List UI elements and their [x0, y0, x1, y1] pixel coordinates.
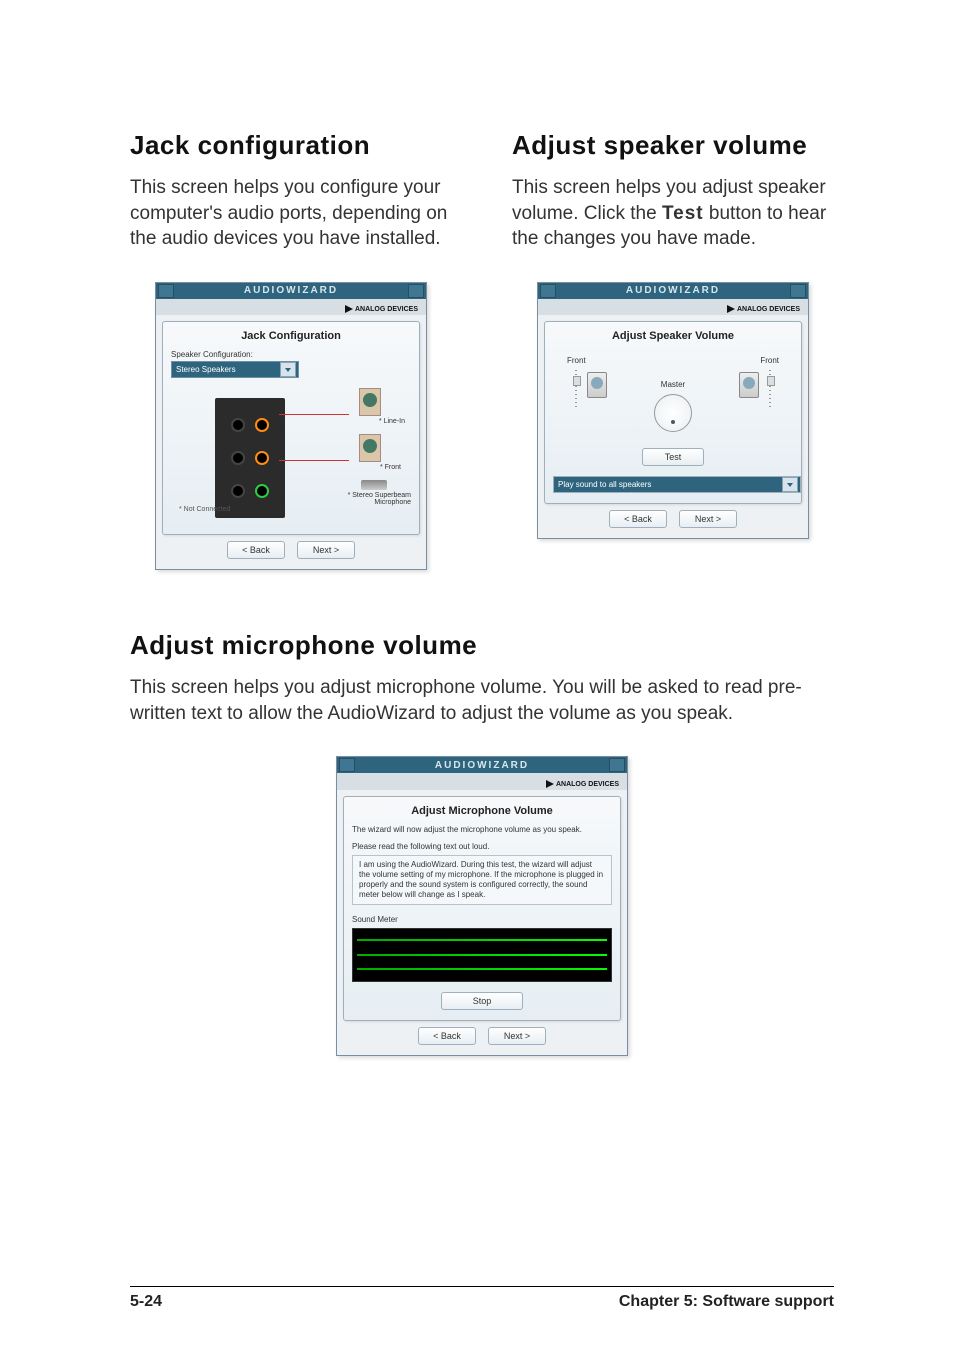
test-word: Test: [662, 203, 704, 224]
adjust-mic-window: AUDIOWIZARD ANALOG DEVICES Adjust Microp…: [336, 756, 628, 1055]
adjust-mic-section: Adjust microphone volume This screen hel…: [130, 630, 834, 1055]
window-sys-icon: [158, 284, 174, 298]
brand-bar: ANALOG DEVICES: [337, 773, 627, 789]
jack-port-linein: [255, 418, 269, 432]
microphone-icon: [361, 480, 387, 490]
speaker-icon: [359, 388, 381, 416]
dropdown-value: Stereo Speakers: [176, 365, 236, 374]
page-footer: 5-24 Chapter 5: Software support: [130, 1286, 834, 1311]
sound-meter-label: Sound Meter: [352, 915, 612, 924]
brand-bar: ANALOG DEVICES: [538, 299, 808, 315]
adjust-mic-body: This screen helps you adjust microphone …: [130, 675, 834, 726]
adjust-mic-heading: Adjust microphone volume: [130, 630, 834, 661]
next-button[interactable]: Next >: [488, 1027, 546, 1045]
front-label: * Front: [380, 464, 401, 471]
test-button[interactable]: Test: [642, 448, 704, 466]
next-button[interactable]: Next >: [679, 510, 737, 528]
close-icon[interactable]: [790, 284, 806, 298]
back-button[interactable]: < Back: [609, 510, 667, 528]
analog-devices-logo: ANALOG DEVICES: [546, 780, 619, 788]
front-right-label: Front: [760, 356, 779, 365]
jack-configuration-heading: Jack configuration: [130, 130, 452, 161]
stop-button[interactable]: Stop: [441, 992, 523, 1010]
back-button[interactable]: < Back: [227, 541, 285, 559]
chevron-down-icon[interactable]: [280, 362, 296, 377]
window-titlebar: AUDIOWIZARD: [538, 283, 808, 299]
mic-volume-card: Adjust Microphone Volume The wizard will…: [343, 796, 621, 1021]
jack-port-front: [255, 484, 269, 498]
right-column: Adjust speaker volume This screen helps …: [512, 130, 834, 590]
mic-instruction: Please read the following text out loud.: [352, 842, 612, 851]
jack-configuration-body: This screen helps you configure your com…: [130, 175, 452, 252]
adjust-speaker-body: This screen helps you adjust speaker vol…: [512, 175, 834, 252]
window-title: AUDIOWIZARD: [626, 285, 720, 296]
chevron-down-icon[interactable]: [782, 477, 798, 492]
nav-button-row: < Back Next >: [538, 510, 808, 528]
meter-bar: [357, 968, 607, 970]
jack-diagram: * Line-In * Front * Stereo Superbeam Mic…: [171, 384, 411, 524]
rear-panel: [215, 398, 285, 518]
adjust-speaker-window: AUDIOWIZARD ANALOG DEVICES Adjust Speake…: [537, 282, 809, 539]
mic-read-text: I am using the AudioWizard. During this …: [352, 855, 612, 905]
page-number: 5-24: [130, 1293, 162, 1311]
speaker-icon: [739, 372, 759, 398]
page: Jack configuration This screen helps you…: [0, 0, 954, 1351]
master-knob[interactable]: [654, 394, 692, 432]
speaker-config-dropdown[interactable]: Stereo Speakers: [171, 361, 299, 378]
window-titlebar: AUDIOWIZARD: [156, 283, 426, 299]
cable-line: [279, 414, 349, 415]
dropdown-value: Play sound to all speakers: [558, 480, 651, 489]
jack-port: [231, 418, 245, 432]
jack-port: [231, 451, 245, 465]
play-sound-dropdown[interactable]: Play sound to all speakers: [553, 476, 801, 493]
front-left-slider[interactable]: [571, 370, 581, 410]
meter-bar: [357, 954, 607, 956]
card-title: Adjust Speaker Volume: [553, 330, 793, 342]
jack-config-window: AUDIOWIZARD ANALOG DEVICES Jack Configur…: [155, 282, 427, 570]
speaker-icon: [359, 434, 381, 462]
analog-devices-logo: ANALOG DEVICES: [727, 305, 800, 313]
volume-controls: Front Front Master Test: [553, 356, 793, 476]
left-column: Jack configuration This screen helps you…: [130, 130, 452, 590]
chapter-label: Chapter 5: Software support: [619, 1293, 834, 1311]
adjust-speaker-heading: Adjust speaker volume: [512, 130, 834, 161]
card-title: Adjust Microphone Volume: [352, 805, 612, 817]
back-button[interactable]: < Back: [418, 1027, 476, 1045]
jack-config-card: Jack Configuration Speaker Configuration…: [162, 321, 420, 535]
window-titlebar: AUDIOWIZARD: [337, 757, 627, 773]
sound-meter: [352, 928, 612, 982]
window-sys-icon: [540, 284, 556, 298]
speaker-config-label: Speaker Configuration:: [171, 350, 411, 359]
two-column-layout: Jack configuration This screen helps you…: [130, 130, 834, 590]
brand-bar: ANALOG DEVICES: [156, 299, 426, 315]
window-sys-icon: [339, 758, 355, 772]
card-title: Jack Configuration: [171, 330, 411, 342]
speaker-volume-card: Adjust Speaker Volume Front Front Master…: [544, 321, 802, 504]
front-right-slider[interactable]: [765, 370, 775, 410]
nav-button-row: < Back Next >: [337, 1027, 627, 1045]
mic-label: * Stereo Superbeam Microphone: [321, 492, 411, 506]
jack-port-center: [255, 451, 269, 465]
close-icon[interactable]: [408, 284, 424, 298]
front-left-label: Front: [567, 356, 586, 365]
window-title: AUDIOWIZARD: [244, 285, 338, 296]
meter-bar: [357, 939, 607, 941]
master-label: Master: [661, 380, 685, 389]
cable-line: [279, 460, 349, 461]
next-button[interactable]: Next >: [297, 541, 355, 559]
nav-button-row: < Back Next >: [156, 541, 426, 559]
window-title: AUDIOWIZARD: [435, 760, 529, 771]
speaker-icon: [587, 372, 607, 398]
mic-intro: The wizard will now adjust the microphon…: [352, 825, 612, 834]
analog-devices-logo: ANALOG DEVICES: [345, 305, 418, 313]
jack-port: [231, 484, 245, 498]
not-connected-label: * Not Connected: [179, 506, 230, 513]
linein-label: * Line-In: [379, 418, 405, 425]
close-icon[interactable]: [609, 758, 625, 772]
